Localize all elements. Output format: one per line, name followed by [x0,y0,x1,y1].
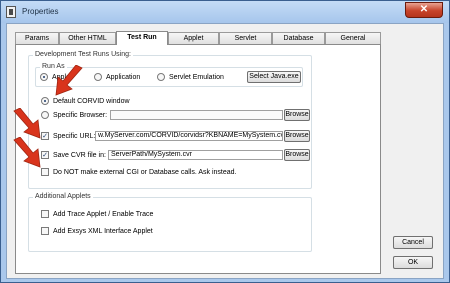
do-not-make-label: Do NOT make external CGI or Database cal… [53,168,237,176]
tab-test-run[interactable]: Test Run [116,31,168,45]
do-not-make-check[interactable] [41,168,49,176]
save-cvr-input[interactable]: ServerPath/MySystem.cvr [108,150,283,160]
save-cvr-checkbox[interactable]: ✓ Save CVR file in: [41,151,106,159]
annotation-arrow-icon [13,137,41,168]
specific-url-check[interactable]: ✓ [41,132,49,140]
servlet-emulation-label: Servlet Emulation [169,73,224,81]
default-corvid-label: Default CORVID window [53,97,130,105]
dialog-client: Params Other HTML Test Run Applet Servle… [6,23,444,279]
specific-url-browse-button[interactable]: Browse [284,130,310,142]
save-cvr-browse-button[interactable]: Browse [284,149,310,161]
trace-applet-label: Add Trace Applet / Enable Trace [53,210,154,218]
title-bar: Properties ✕ [1,1,449,23]
annotation-arrow-icon [55,65,83,96]
window-title: Properties [22,7,59,16]
specific-browser-input[interactable] [110,110,283,120]
specific-browser-radio[interactable]: Specific Browser: [41,111,107,119]
close-button[interactable]: ✕ [405,2,443,18]
default-corvid-radio-dot[interactable] [41,97,49,105]
properties-dialog: Properties ✕ Params Other HTML Test Run … [0,0,450,283]
application-radio-dot[interactable] [94,73,102,81]
tab-general[interactable]: General [325,32,381,44]
test-run-panel: Development Test Runs Using: Run As Appl… [13,44,381,274]
specific-url-label: Specific URL: [53,132,96,140]
servlet-emulation-radio[interactable]: Servlet Emulation [157,73,224,81]
tab-servlet[interactable]: Servlet [219,32,272,44]
tab-database[interactable]: Database [272,32,325,44]
cancel-button[interactable]: Cancel [393,236,433,249]
trace-applet-check[interactable] [41,210,49,218]
application-radio[interactable]: Application [94,73,140,81]
additional-applets-group: Additional Applets Add Trace Applet / En… [28,193,312,252]
tab-applet[interactable]: Applet [168,32,219,44]
trace-applet-checkbox[interactable]: Add Trace Applet / Enable Trace [41,210,153,218]
select-java-button[interactable]: Select Java.exe [247,71,301,83]
save-cvr-check[interactable]: ✓ [41,151,49,159]
tab-params[interactable]: Params [15,32,59,44]
specific-browser-radio-dot[interactable] [41,111,49,119]
applet-radio-dot[interactable] [40,73,48,81]
xml-applet-checkbox[interactable]: Add Exsys XML Interface Applet [41,227,153,235]
app-icon [6,6,16,18]
specific-url-input[interactable]: w.MyServer.com/CORVID/corvidsr?KBNAME=My… [95,131,283,141]
xml-applet-label: Add Exsys XML Interface Applet [53,227,153,235]
specific-browser-label: Specific Browser: [53,111,108,119]
specific-browser-browse-button[interactable]: Browse [284,109,310,121]
additional-applets-title: Additional Applets [33,193,93,200]
dev-test-group-title: Development Test Runs Using: [33,51,133,58]
do-not-make-checkbox[interactable]: Do NOT make external CGI or Database cal… [41,168,237,176]
default-corvid-radio[interactable]: Default CORVID window [41,97,130,105]
save-cvr-label: Save CVR file in: [53,151,106,159]
application-radio-label: Application [106,73,141,81]
xml-applet-check[interactable] [41,227,49,235]
servlet-emulation-radio-dot[interactable] [157,73,165,81]
ok-button[interactable]: OK [393,256,433,269]
specific-url-checkbox[interactable]: ✓ Specific URL: [41,132,95,140]
annotation-arrow-icon [13,108,41,139]
tab-other-html[interactable]: Other HTML [59,32,116,44]
